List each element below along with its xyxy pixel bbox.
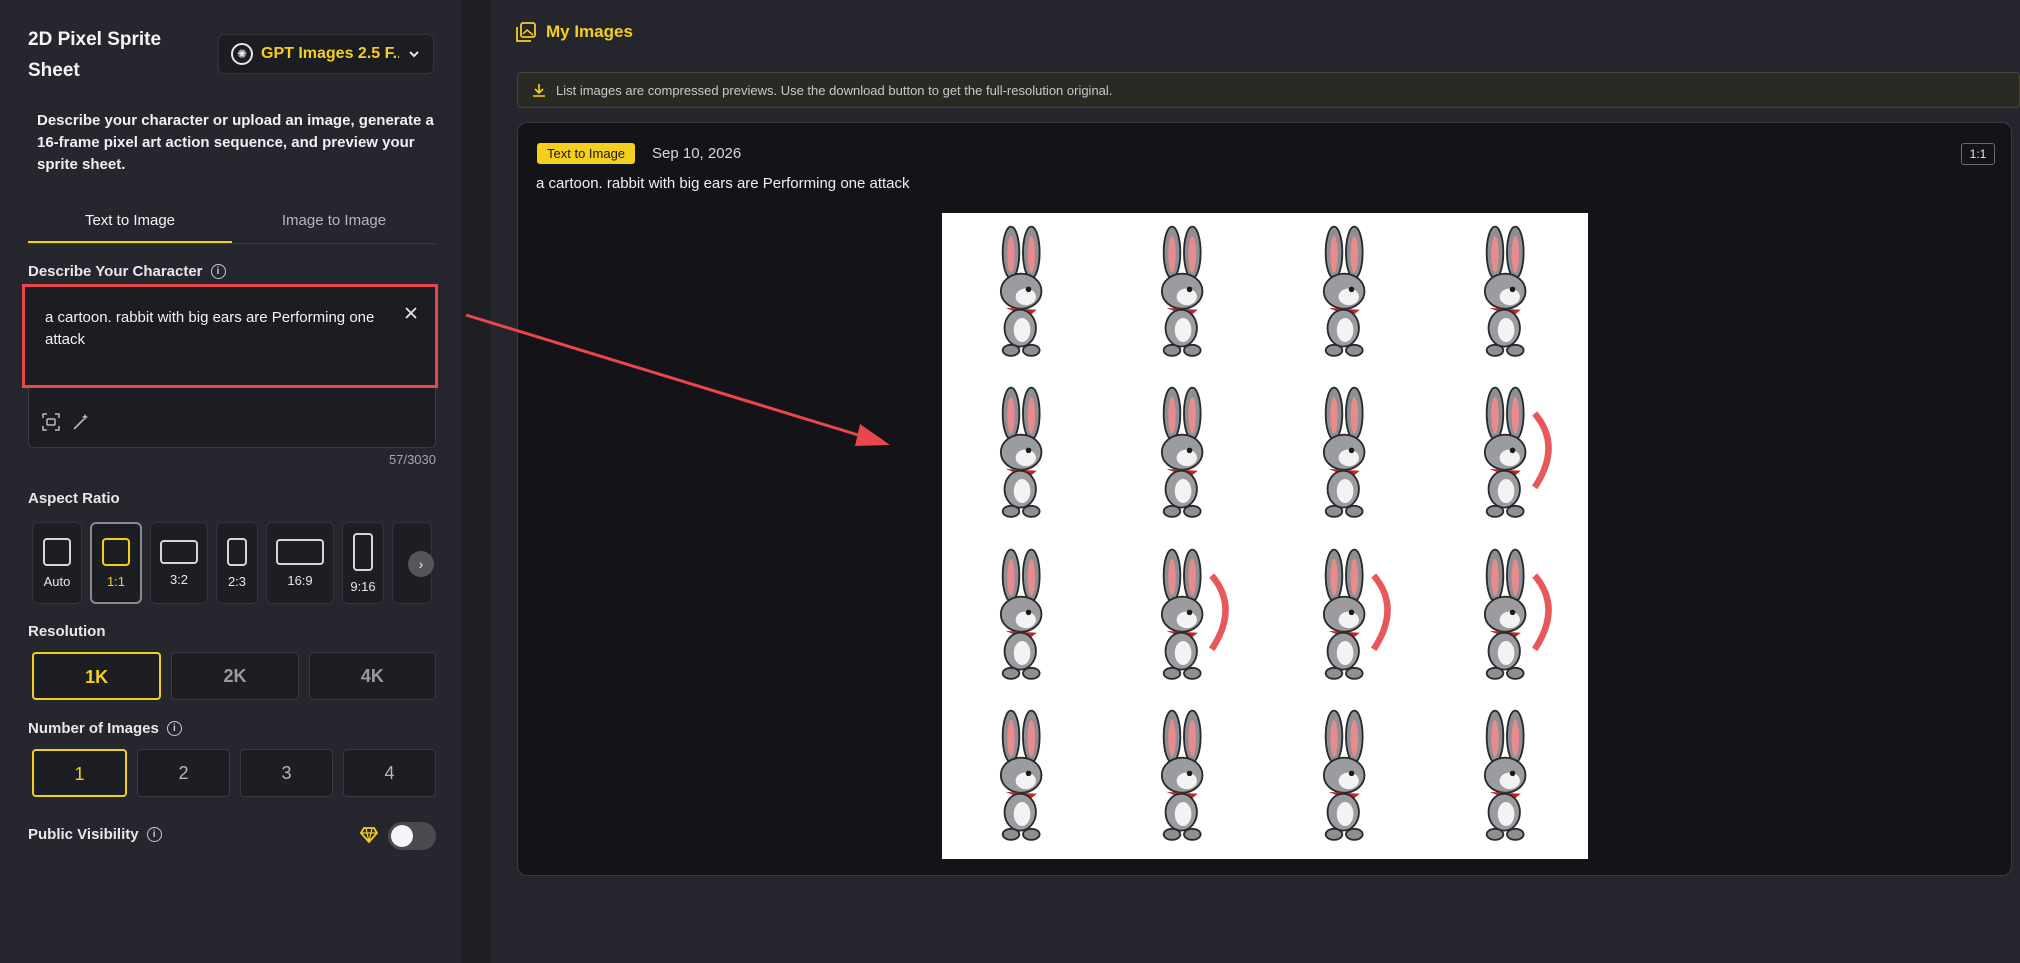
sprite-frame xyxy=(1265,213,1427,375)
count-2[interactable]: 2 xyxy=(137,749,230,797)
ratio-label: 2:3 xyxy=(227,573,247,589)
openai-logo-icon: ✺ xyxy=(231,43,253,65)
portrait-shape-icon xyxy=(227,537,247,566)
sprite-frame xyxy=(1104,698,1266,860)
square-shape-icon xyxy=(43,537,71,566)
resolution-4k[interactable]: 4K xyxy=(308,652,436,700)
card-prompt: a cartoon. rabbit with big ears are Perf… xyxy=(536,175,910,192)
app-title: 2D Pixel Sprite Sheet xyxy=(28,29,162,81)
visibility-label-row: Public Visibility i xyxy=(28,826,162,843)
created-date: Sep 10, 2026 xyxy=(652,145,742,162)
scan-image-icon[interactable] xyxy=(42,413,60,431)
image-card: Text to Image Sep 10, 2026 1:1 a cartoon… xyxy=(517,122,2012,876)
ratio-label: Auto xyxy=(43,573,71,589)
sprite-frame xyxy=(1427,213,1589,375)
sprite-frame xyxy=(1104,536,1266,698)
resolution-2k[interactable]: 2K xyxy=(171,652,299,700)
character-label-row: Describe Your Character i xyxy=(28,263,226,280)
chevron-down-icon xyxy=(409,51,419,58)
gallery-icon xyxy=(516,22,536,42)
ratio-3-2[interactable]: 3:2 xyxy=(150,522,208,604)
char-counter: 57/3030 xyxy=(389,452,436,467)
mode-badge: Text to Image xyxy=(537,143,636,164)
sprite-frame xyxy=(1104,375,1266,537)
toggle-knob xyxy=(391,825,413,847)
resolution-1k[interactable]: 1K xyxy=(32,652,162,700)
sprite-frame xyxy=(1427,536,1589,698)
count-4[interactable]: 4 xyxy=(343,749,436,797)
info-icon[interactable]: i xyxy=(210,264,226,279)
sprite-frame xyxy=(1427,375,1589,537)
prompt-tools xyxy=(42,413,90,431)
panel-divider xyxy=(462,0,490,963)
ratio-2-3[interactable]: 2:3 xyxy=(216,522,258,604)
model-name: GPT Images 2.5 F... xyxy=(261,45,399,62)
resolution-options: 1K 2K 4K xyxy=(32,652,436,700)
model-select[interactable]: ✺ GPT Images 2.5 F... xyxy=(218,34,434,74)
resolution-label: Resolution xyxy=(28,623,106,640)
sprite-frame xyxy=(1265,375,1427,537)
ratio-tag: 1:1 xyxy=(1961,143,1995,165)
ratio-scroll-next-button[interactable]: › xyxy=(408,551,434,577)
notice-text: List images are compressed previews. Use… xyxy=(556,82,1113,98)
ratio-16-9[interactable]: 16:9 xyxy=(266,522,334,604)
sprite-frame xyxy=(942,375,1104,537)
sprite-frame xyxy=(942,213,1104,375)
ratio-label: 9:16 xyxy=(350,578,376,594)
my-images-title: My Images xyxy=(546,22,633,41)
ratio-label: 16:9 xyxy=(287,572,313,588)
ratio-auto[interactable]: Auto xyxy=(32,522,82,604)
visibility-label: Public Visibility xyxy=(28,826,139,843)
diamond-premium-icon xyxy=(360,827,378,844)
visibility-toggle[interactable] xyxy=(388,822,436,850)
portrait-shape-icon xyxy=(353,532,373,571)
info-icon[interactable]: i xyxy=(166,721,182,736)
sprite-frame xyxy=(1265,698,1427,860)
square-shape-icon xyxy=(102,537,130,566)
mode-tabs: Text to Image Image to Image xyxy=(28,202,436,244)
info-icon[interactable]: i xyxy=(146,827,162,842)
sprite-frame xyxy=(1265,536,1427,698)
character-label: Describe Your Character xyxy=(28,263,203,280)
count-3[interactable]: 3 xyxy=(240,749,333,797)
preview-notice: List images are compressed previews. Use… xyxy=(517,72,2020,108)
aspect-label: Aspect Ratio xyxy=(28,490,120,507)
aspect-ratio-options: Auto 1:1 3:2 2:3 16:9 9:16 xyxy=(32,522,436,604)
sprite-frame xyxy=(942,698,1104,860)
tab-image-to-image[interactable]: Image to Image xyxy=(232,202,436,243)
my-images-header: My Images xyxy=(516,22,633,42)
sprite-frame xyxy=(942,536,1104,698)
count-label: Number of Images xyxy=(28,720,159,737)
landscape-shape-icon xyxy=(160,539,198,564)
clear-icon[interactable] xyxy=(403,305,419,321)
sprite-frame xyxy=(1104,213,1266,375)
tab-text-to-image[interactable]: Text to Image xyxy=(28,202,232,243)
ratio-9-16[interactable]: 9:16 xyxy=(342,522,384,604)
ratio-1-1[interactable]: 1:1 xyxy=(90,522,142,604)
ratio-label: 3:2 xyxy=(169,571,189,587)
prompt-text: a cartoon. rabbit with big ears are Perf… xyxy=(45,309,375,348)
count-options: 1 2 3 4 xyxy=(32,749,436,797)
count-label-row: Number of Images i xyxy=(28,720,182,737)
ratio-label: 1:1 xyxy=(106,573,126,589)
magic-wand-icon[interactable] xyxy=(72,413,90,431)
app-description: Describe your character or upload an ima… xyxy=(37,112,434,173)
count-1[interactable]: 1 xyxy=(32,749,127,797)
prompt-textarea[interactable]: a cartoon. rabbit with big ears are Perf… xyxy=(22,284,438,388)
download-icon xyxy=(533,84,545,97)
sprite-frame xyxy=(1427,698,1589,860)
sprite-sheet-image[interactable] xyxy=(942,213,1588,859)
landscape-shape-icon xyxy=(276,538,324,565)
